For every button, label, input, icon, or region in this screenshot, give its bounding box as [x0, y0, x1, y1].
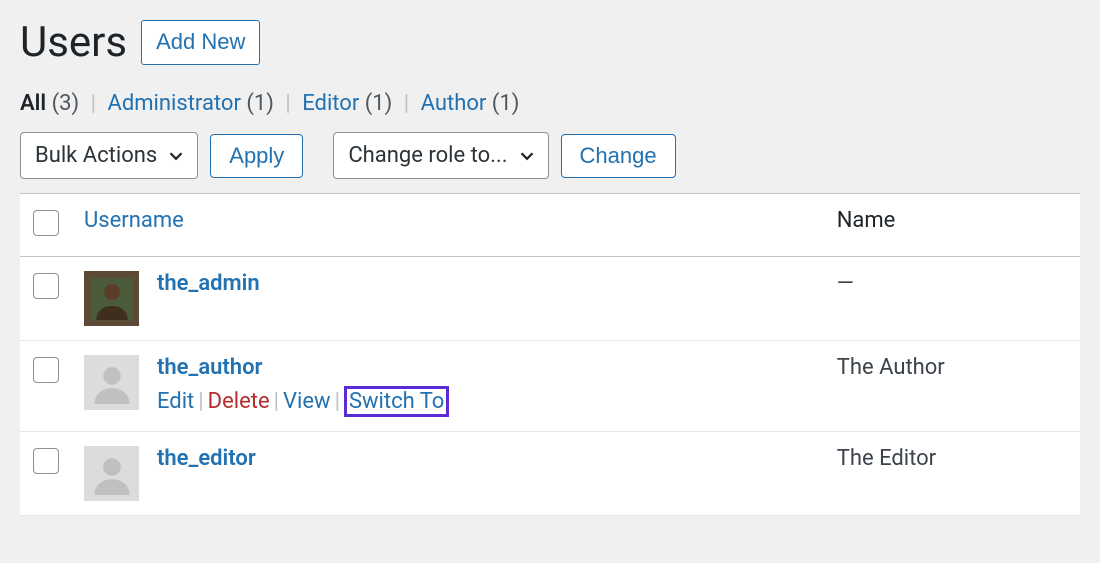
column-username[interactable]: Username — [72, 194, 825, 257]
page-title: Users — [20, 18, 127, 67]
filter-editor[interactable]: Editor (1) — [302, 91, 398, 116]
change-button[interactable]: Change — [561, 134, 676, 178]
edit-link[interactable]: Edit — [157, 389, 194, 414]
filter-administrator[interactable]: Administrator (1) — [107, 91, 279, 116]
row-checkbox[interactable] — [33, 357, 59, 383]
role-filter-bar: All (3) | Administrator (1) | Editor (1)… — [20, 91, 1080, 116]
bulk-actions-label: Bulk Actions — [35, 143, 157, 168]
filter-editor-label: Editor — [302, 91, 359, 116]
row-checkbox[interactable] — [33, 448, 59, 474]
select-all-checkbox[interactable] — [33, 210, 59, 236]
row-actions: Edit|Delete|View|Switch To — [157, 386, 449, 417]
table-row: the_admin — — [20, 257, 1080, 341]
bulk-actions-select[interactable]: Bulk Actions — [20, 132, 198, 179]
filter-author-label: Author — [421, 91, 487, 116]
filter-author[interactable]: Author (1) — [421, 91, 520, 116]
switch-to-link[interactable]: Switch To — [344, 386, 449, 417]
filter-all-count: (3) — [52, 91, 80, 116]
filter-admin-label: Administrator — [107, 91, 240, 116]
username-link[interactable]: the_admin — [157, 271, 260, 296]
avatar — [84, 355, 139, 410]
column-name[interactable]: Name — [825, 194, 1080, 257]
avatar — [84, 446, 139, 501]
chevron-down-icon — [516, 145, 538, 167]
table-row: the_editor The Editor — [20, 432, 1080, 516]
filter-author-count: (1) — [492, 91, 520, 116]
row-checkbox[interactable] — [33, 273, 59, 299]
apply-button[interactable]: Apply — [210, 134, 303, 178]
name-cell: The Editor — [825, 432, 1080, 516]
view-link[interactable]: View — [283, 389, 331, 414]
delete-link[interactable]: Delete — [208, 389, 270, 414]
filter-all[interactable]: All (3) — [20, 91, 85, 116]
filter-all-label: All — [20, 91, 46, 116]
table-row: the_author Edit|Delete|View|Switch To The … — [20, 341, 1080, 432]
filter-editor-count: (1) — [365, 91, 393, 116]
username-link[interactable]: the_author — [157, 355, 449, 380]
username-link[interactable]: the_editor — [157, 446, 256, 471]
filter-admin-count: (1) — [246, 91, 274, 116]
name-cell: — — [825, 257, 1080, 341]
change-role-select[interactable]: Change role to... — [333, 132, 548, 179]
users-table: Username Name the_admin — the_author Edit|D… — [20, 193, 1080, 516]
name-cell: The Author — [825, 341, 1080, 432]
avatar — [84, 271, 139, 326]
change-role-label: Change role to... — [348, 143, 507, 168]
chevron-down-icon — [165, 145, 187, 167]
add-new-button[interactable]: Add New — [141, 20, 260, 65]
